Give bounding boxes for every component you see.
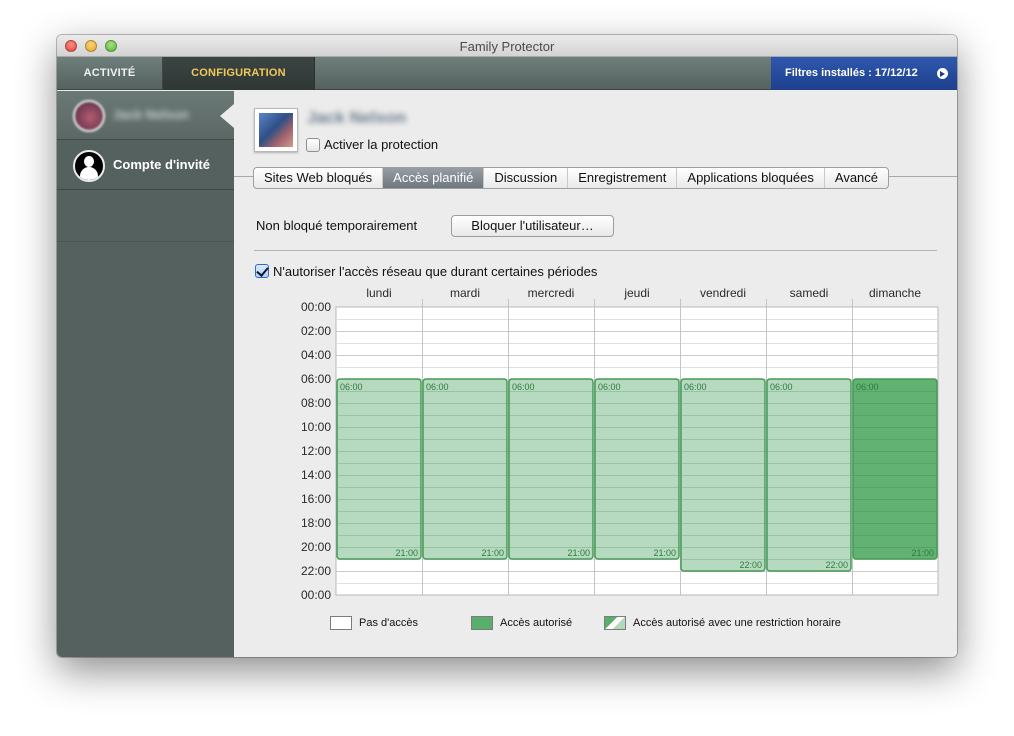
- hour-label: 02:00: [301, 324, 331, 338]
- block-start-time: 06:00: [426, 382, 449, 392]
- filters-installed-label: Filtres installés : 17/12/12: [785, 67, 918, 79]
- hour-label: 12:00: [301, 444, 331, 458]
- arrow-right-circle-icon: [937, 68, 948, 79]
- block-end-time: 21:00: [481, 548, 504, 558]
- top-navigation-bar: ACTIVITÉ CONFIGURATION Filtres installés…: [57, 57, 957, 90]
- block-end-time: 21:00: [567, 548, 590, 558]
- block-start-time: 06:00: [340, 382, 363, 392]
- sidebar: Jack Nelson Compte d'invité: [57, 91, 234, 657]
- user-avatar: [73, 100, 105, 132]
- main-content: Jack Nelson Activer la protection Sites …: [234, 91, 957, 657]
- hour-labels: 00:00 02:00 04:00 06:00 08:00 10:00 12:00 14:00…: [301, 300, 331, 602]
- access-block: [336, 378, 422, 560]
- block-end-time: 21:00: [395, 548, 418, 558]
- hour-label: 14:00: [301, 468, 331, 482]
- day-label: samedi: [790, 286, 829, 300]
- access-block: [852, 378, 938, 560]
- sidebar-item-label: Jack Nelson: [113, 107, 189, 122]
- tab-configuration[interactable]: CONFIGURATION: [163, 57, 315, 90]
- day-label: mardi: [450, 286, 480, 300]
- access-block: [422, 378, 508, 560]
- block-start-time: 06:00: [512, 382, 535, 392]
- day-label: jeudi: [623, 286, 649, 300]
- block-end-time: 21:00: [911, 548, 934, 558]
- filters-installed-button[interactable]: Filtres installés : 17/12/12: [771, 57, 957, 90]
- hour-label: 00:00: [301, 300, 331, 314]
- block-start-time: 06:00: [598, 382, 621, 392]
- legend-allowed: Accès autorisé: [500, 617, 573, 629]
- day-label: mercredi: [528, 286, 575, 300]
- block-end-time: 21:00: [653, 548, 676, 558]
- hour-label: 20:00: [301, 540, 331, 554]
- legend-swatch-restricted: [604, 616, 626, 630]
- day-label: dimanche: [869, 286, 921, 300]
- access-block: [508, 378, 594, 560]
- hour-label: 10:00: [301, 420, 331, 434]
- hour-label: 04:00: [301, 348, 331, 362]
- window-title: Family Protector: [459, 39, 555, 54]
- tab-activity[interactable]: ACTIVITÉ: [57, 57, 163, 90]
- sidebar-item-user[interactable]: Jack Nelson: [57, 91, 234, 140]
- hour-label: 00:00: [301, 588, 331, 602]
- schedule-grid[interactable]: lundi mardi mercredi jeudi vendredi samedi dim…: [234, 91, 957, 657]
- block-end-time: 22:00: [739, 560, 762, 570]
- legend-swatch-no-access: [330, 616, 352, 630]
- day-label: vendredi: [700, 286, 746, 300]
- selection-pointer: [220, 104, 234, 128]
- hour-label: 08:00: [301, 396, 331, 410]
- legend-restricted: Accès autorisé avec une restriction hora…: [633, 617, 841, 629]
- guest-user-icon: [73, 150, 105, 182]
- sidebar-item-label: Compte d'invité: [113, 157, 210, 172]
- access-block: [594, 378, 680, 560]
- legend-no-access: Pas d'accès: [359, 617, 418, 629]
- day-labels: lundi mardi mercredi jeudi vendredi samedi dim…: [366, 286, 921, 300]
- hour-label: 22:00: [301, 564, 331, 578]
- block-start-time: 06:00: [770, 382, 793, 392]
- access-blocks: 06:00 21:00 06:00 21:00 06:00 21:00 06:00 21:00…: [336, 378, 938, 572]
- app-window: Family Protector ACTIVITÉ CONFIGURATION …: [57, 35, 957, 657]
- block-start-time: 06:00: [856, 382, 879, 392]
- hour-label: 06:00: [301, 372, 331, 386]
- legend-swatch-allowed: [471, 616, 493, 630]
- day-label: lundi: [366, 286, 391, 300]
- hour-label: 16:00: [301, 492, 331, 506]
- hour-label: 18:00: [301, 516, 331, 530]
- title-bar: Family Protector: [57, 35, 957, 57]
- block-start-time: 06:00: [684, 382, 707, 392]
- sidebar-item-guest[interactable]: Compte d'invité: [57, 141, 234, 190]
- sidebar-divider: [57, 241, 234, 242]
- block-end-time: 22:00: [825, 560, 848, 570]
